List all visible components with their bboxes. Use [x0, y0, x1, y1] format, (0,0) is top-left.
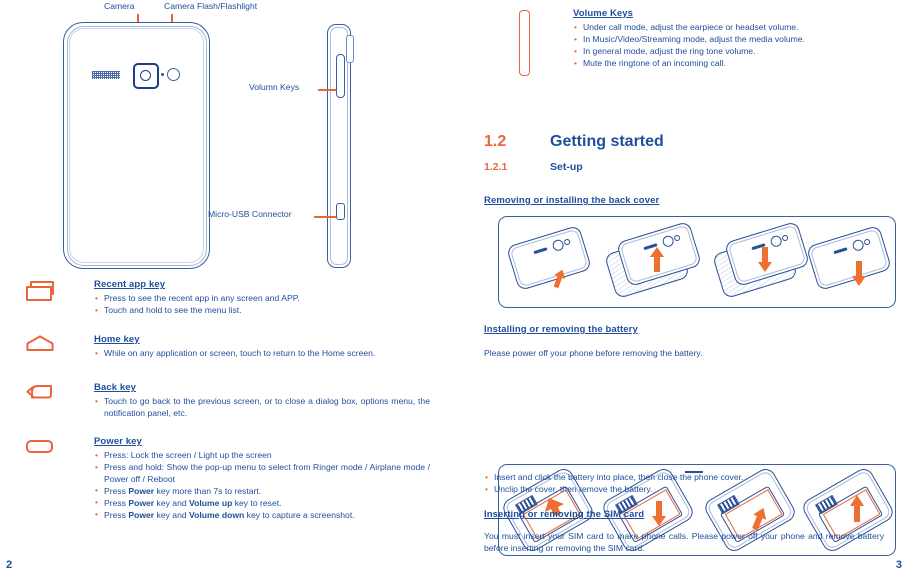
bullet-text: Press [104, 485, 129, 496]
speaker-grill-icon [533, 247, 548, 255]
back-cover-heading: Removing or installing the back cover [484, 195, 660, 206]
callout-label-camera: Camera [104, 1, 135, 11]
subsection-title: Set-up [550, 161, 583, 173]
bullet-bold: Power [128, 509, 155, 520]
home-key-icon [26, 335, 54, 351]
callout-label-volume-keys: Volumn Keys [249, 82, 300, 92]
bullet-bold: Power [128, 497, 155, 508]
sim-paragraph: You must insert your SIM card to make ph… [484, 531, 884, 553]
arrow-up-icon [553, 269, 566, 289]
list-item: Press and hold: Show the pop-up menu to … [94, 462, 430, 485]
list-item: Press Power key and Volume down key to c… [94, 509, 430, 522]
volume-keys-bullets: Under call mode, adjust the earpiece or … [573, 22, 893, 70]
list-item: In general mode, adjust the ring tone vo… [573, 46, 893, 58]
back-cover-steps-figure [498, 216, 896, 308]
camera-flash-icon [863, 238, 871, 246]
list-item: Press Power key more than 7s to restart. [94, 485, 430, 498]
volume-button-icon [336, 54, 345, 98]
page-number-right: 3 [895, 559, 902, 571]
volume-keys-section: Volume Keys Under call mode, adjust the … [573, 8, 893, 70]
list-item: While on any application or screen, touc… [94, 348, 430, 360]
list-item: Mute the ringtone of an incoming call. [573, 58, 893, 70]
list-item: Touch and hold to see the menu list. [94, 305, 430, 317]
key-bullets-back: Touch to go back to the previous screen,… [94, 395, 430, 419]
arrow-down-icon [758, 247, 772, 272]
key-title-back: Back key [94, 382, 137, 393]
manual-spread: Camera Camera Flash/Flashlight Volumn Ke… [0, 0, 908, 579]
callout-label-micro-usb: Micro-USB Connector [208, 209, 292, 219]
arrow-up-icon [650, 247, 664, 272]
section-number: 1.2 [484, 133, 507, 150]
sim-heading: Inserting or removing the SIM card [484, 509, 645, 520]
bullet-text: Press [104, 497, 129, 508]
bullet-text: key and [154, 497, 190, 508]
recent-app-rect-front [26, 286, 52, 301]
sim-section: Inserting or removing the SIM card You m… [484, 509, 884, 554]
home-key-shape [26, 335, 54, 351]
list-item: Touch to go back to the previous screen,… [94, 395, 430, 419]
list-item: Under call mode, adjust the earpiece or … [573, 22, 893, 34]
volume-key-glyph [519, 10, 530, 76]
right-page: Volume Keys Under call mode, adjust the … [454, 0, 908, 579]
bullet-text: key more than 7s to restart. [154, 485, 262, 496]
recent-app-key-icon [26, 281, 54, 301]
page-number-left: 2 [6, 559, 13, 571]
left-page: Camera Camera Flash/Flashlight Volumn Ke… [0, 0, 454, 579]
list-item: Press to see the recent app in any scree… [94, 293, 430, 305]
camera-flash-icon [673, 234, 681, 242]
micro-usb-port-icon [336, 203, 345, 220]
key-bullets-power: Press: Lock the screen / Light up the sc… [94, 450, 430, 522]
bullet-bold: Volume up [189, 497, 233, 508]
volume-keys-title: Volume Keys [573, 8, 634, 19]
leader-line-micro-usb [314, 216, 336, 218]
back-key-icon [26, 384, 54, 401]
battery-bullet-list: Insert and click the battery into place,… [484, 472, 884, 496]
camera-inner-lens-icon [139, 69, 151, 81]
key-title-recent-app: Recent app key [94, 279, 166, 290]
bullet-bold: Volume down [189, 509, 245, 520]
list-item: Press: Lock the screen / Light up the sc… [94, 450, 430, 462]
page-title: Getting started [550, 133, 664, 150]
section-heading-getting-started: 1.2 Getting started [484, 133, 884, 151]
camera-flash-icon [781, 234, 789, 242]
key-title-power: Power key [94, 436, 142, 447]
key-title-home: Home key [94, 334, 140, 345]
phone-side-bump [346, 35, 354, 63]
bullet-text: key to capture a screenshot. [244, 509, 355, 520]
back-key-shape [26, 385, 52, 399]
list-item: Unclip the cover, then remove the batter… [484, 484, 884, 496]
subsection-number: 1.2.1 [484, 161, 508, 173]
bullet-text: key and [154, 509, 190, 520]
speaker-grill-icon [92, 71, 120, 79]
battery-heading: Installing or removing the battery [484, 324, 638, 335]
section-headings: 1.2 Getting started 1.2.1 Set-up [484, 133, 884, 173]
battery-bullets: Insert and click the battery into place,… [484, 472, 884, 496]
power-key-icon [26, 440, 53, 453]
list-item: In Music/Video/Streaming mode, adjust th… [573, 34, 893, 46]
camera-lens-icon [133, 63, 159, 89]
list-item: Insert and click the battery into place,… [484, 472, 884, 484]
bullet-bold: Power [128, 485, 155, 496]
bullet-text: key to reset. [232, 497, 282, 508]
battery-section: Installing or removing the battery Pleas… [484, 324, 884, 359]
back-cover-section: Removing or installing the back cover [484, 195, 884, 209]
camera-flash-icon [563, 238, 571, 246]
microphone-dot-icon [161, 73, 164, 76]
leader-line-volume-keys [318, 89, 336, 91]
callout-label-camera-flash: Camera Flash/Flashlight [164, 1, 258, 11]
key-bullets-recent-app: Press to see the recent app in any scree… [94, 293, 430, 317]
arrow-down-icon [852, 261, 866, 286]
key-bullets-home: While on any application or screen, touc… [94, 348, 430, 360]
battery-intro: Please power off your phone before remov… [484, 348, 703, 358]
speaker-grill-icon [833, 247, 848, 255]
subsection-heading-setup: 1.2.1 Set-up [484, 161, 884, 173]
phone-back-view [63, 22, 210, 269]
list-item: Press Power key and Volume up key to res… [94, 497, 430, 510]
bullet-text: Press [104, 509, 129, 520]
camera-flash-icon [167, 68, 180, 81]
